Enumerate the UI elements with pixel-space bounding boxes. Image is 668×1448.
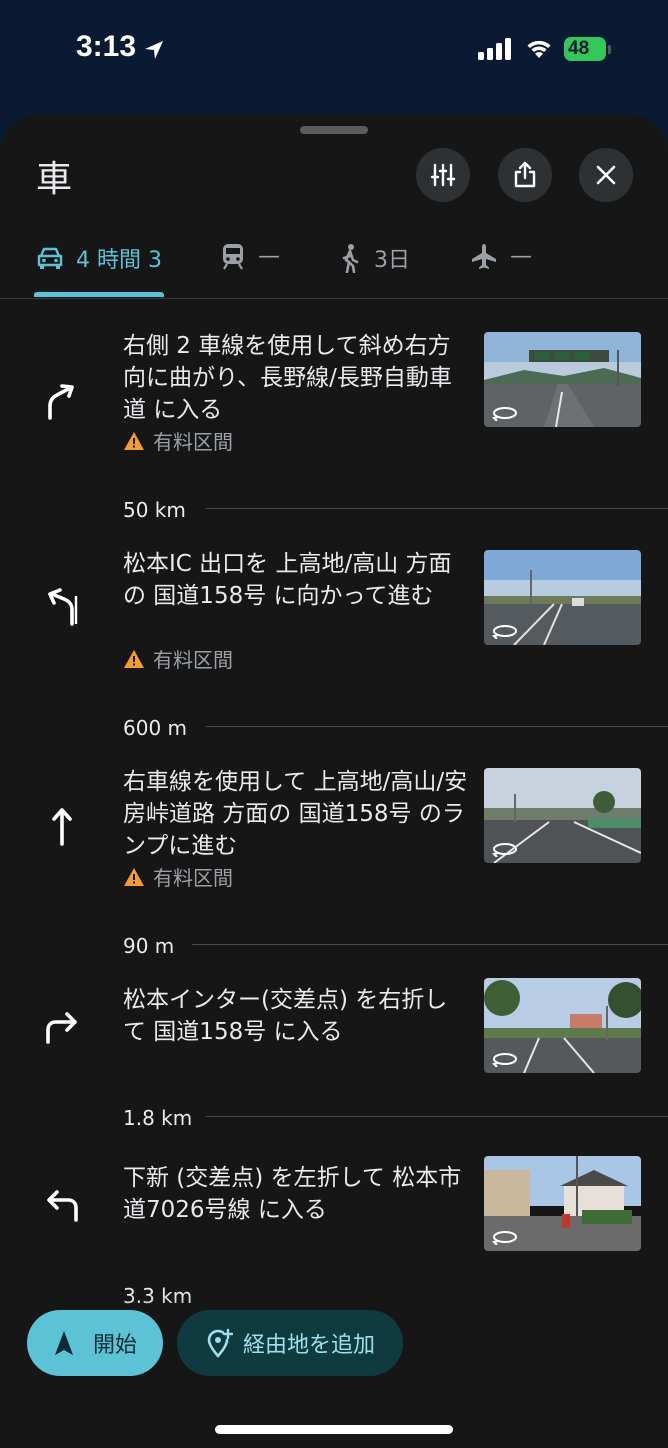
tab-flights-label: — [510, 243, 532, 269]
travel-mode-tabs: 4 時間 3 — 3日 — [0, 232, 668, 299]
tab-transit-label: — [258, 243, 280, 269]
directions-sheet: 車 4 時間 3 — 3日 — 右側 2 車線を使用して斜め右方向に曲がり、長野… [0, 114, 668, 1448]
360-view-icon [492, 625, 517, 639]
battery-indicator: 48 [564, 37, 612, 63]
turn-slight-right-icon [48, 384, 74, 420]
add-location-icon [207, 1328, 233, 1358]
turn-right-icon [46, 1012, 77, 1044]
battery-level: 48 [568, 38, 590, 59]
active-tab-indicator [34, 292, 164, 297]
street-view-thumbnail[interactable] [484, 550, 641, 645]
start-label: 開始 [92, 1333, 137, 1358]
sheet-title: 車 [36, 159, 73, 200]
tab-driving-label: 4 時間 3 [76, 248, 162, 273]
step-instruction: 右車線を使用して 上高地/高山/安房峠道路 方面の 国道158号 のランプに進む [123, 769, 468, 859]
360-view-icon [492, 407, 517, 421]
step-instruction: 下新 (交差点) を左折して 松本市道7026号線 に入る [123, 1165, 462, 1223]
toll-note: 有料区間 [123, 862, 233, 891]
divider [192, 944, 668, 945]
step-distance: 1.8 km [123, 1106, 193, 1130]
street-view-thumbnail[interactable] [484, 1156, 641, 1251]
step-instruction: 右側 2 車線を使用して斜め右方向に曲がり、長野線/長野自動車道 に入る [123, 333, 452, 423]
share-icon [514, 161, 536, 188]
tab-driving[interactable]: 4 時間 3 [36, 242, 162, 274]
step-instruction: 松本IC 出口を 上高地/高山 方面の 国道158号 に向かって進む [123, 551, 452, 609]
360-view-icon [492, 1231, 517, 1245]
step-distance: 50 km [123, 498, 186, 522]
step-instruction: 松本インター(交差点) を右折して 国道158号 に入る [123, 987, 448, 1045]
close-icon [596, 165, 616, 185]
street-view-thumbnail[interactable] [484, 768, 641, 863]
360-view-icon [492, 843, 517, 857]
step-distance: 90 m [123, 934, 175, 958]
warning-icon [124, 431, 144, 450]
sliders-icon [430, 163, 456, 187]
close-button[interactable] [579, 148, 633, 202]
car-icon [37, 247, 63, 269]
divider [206, 508, 668, 509]
start-navigation-button[interactable]: 開始 [27, 1310, 163, 1376]
train-icon [223, 244, 243, 270]
navigation-arrow-icon [54, 1331, 73, 1355]
street-view-thumbnail[interactable] [484, 978, 641, 1073]
tab-walking[interactable]: 3日 [338, 242, 410, 274]
tab-walking-label: 3日 [374, 248, 410, 273]
location-arrow-icon [145, 41, 163, 59]
toll-label: 有料区間 [153, 430, 233, 454]
warning-icon [124, 867, 144, 886]
turn-left-icon [47, 1190, 78, 1222]
route-options-button[interactable] [416, 148, 470, 202]
home-indicator[interactable] [215, 1425, 453, 1434]
flight-icon [472, 244, 496, 269]
toll-label: 有料区間 [153, 648, 233, 672]
share-button[interactable] [498, 148, 552, 202]
add-waypoint-button[interactable]: 経由地を追加 [177, 1310, 403, 1376]
street-view-thumbnail[interactable] [484, 332, 641, 427]
status-bar: 3:13 48 [0, 0, 668, 110]
tab-flights[interactable]: — [470, 242, 532, 270]
sheet-grabber[interactable] [300, 126, 368, 134]
step-distance: 600 m [123, 716, 188, 740]
toll-note: 有料区間 [123, 644, 233, 673]
status-time: 3:13 [76, 30, 137, 63]
cellular-signal-icon [478, 38, 511, 60]
warning-icon [124, 649, 144, 668]
straight-icon [52, 808, 72, 846]
add-waypoint-label: 経由地を追加 [242, 1333, 375, 1358]
divider [206, 726, 668, 727]
wifi-icon [527, 40, 551, 58]
toll-label: 有料区間 [153, 866, 233, 890]
360-view-icon [492, 1053, 517, 1067]
tab-transit[interactable]: — [220, 242, 280, 270]
toll-note: 有料区間 [123, 426, 233, 455]
exit-left-icon [48, 588, 78, 626]
walk-icon [342, 244, 359, 273]
divider [206, 1116, 668, 1117]
